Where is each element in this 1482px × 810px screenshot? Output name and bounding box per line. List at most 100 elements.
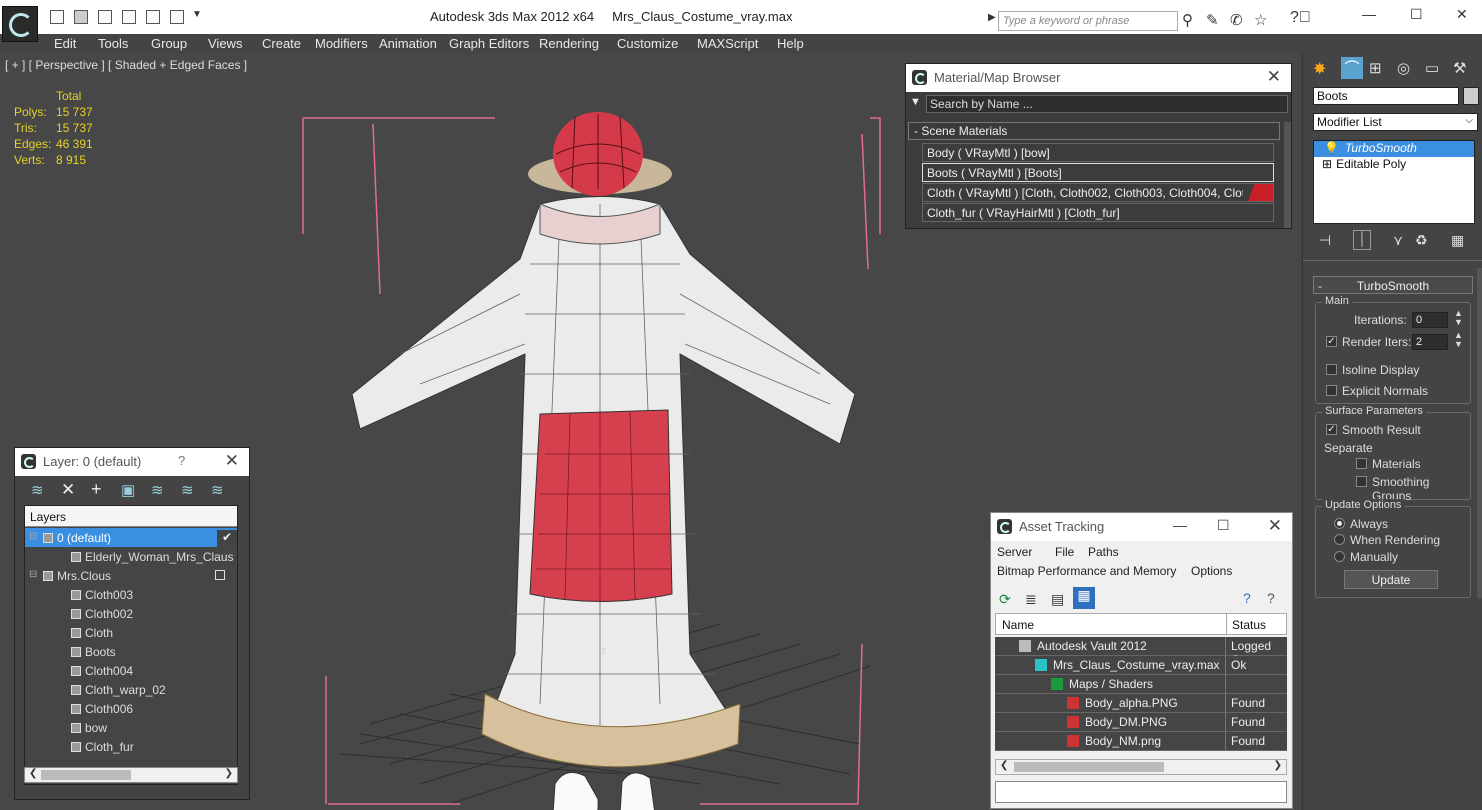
vault-settings-icon[interactable]: ? <box>1267 590 1275 606</box>
material-item[interactable]: Boots ( VRayMtl ) [Boots] <box>922 163 1274 182</box>
iterations-spinner[interactable]: 0 <box>1412 312 1448 328</box>
render-iters-checkbox[interactable]: ✓ <box>1326 336 1337 347</box>
object-name-field[interactable]: Boots <box>1313 87 1459 105</box>
asset-tracking-titlebar[interactable]: Asset Tracking — ☐ ✕ <box>991 513 1292 541</box>
display-tab-icon[interactable]: ▭ <box>1425 59 1439 77</box>
layer-row[interactable]: Cloth006 <box>25 699 237 718</box>
smoothing-groups-checkbox[interactable] <box>1356 476 1367 487</box>
materials-checkbox[interactable] <box>1356 458 1367 469</box>
update-button[interactable]: Update <box>1344 570 1438 589</box>
highlight-layer-icon[interactable]: ≋ <box>151 481 164 499</box>
layer-row[interactable]: ⊟ 0 (default) ✔ <box>25 528 237 547</box>
menu-file[interactable]: File <box>1055 545 1074 559</box>
new-scene-icon[interactable] <box>50 10 64 24</box>
layer-row[interactable]: Boots <box>25 642 237 661</box>
quick-access-dropdown-icon[interactable]: ▼ <box>192 9 202 20</box>
options-dropdown-icon[interactable]: ▼ <box>910 96 921 108</box>
pin-stack-icon[interactable]: ⊣ <box>1319 232 1331 249</box>
material-search-input[interactable]: Search by Name ... <box>926 95 1288 113</box>
layer-row[interactable]: Elderly_Woman_Mrs_Claus <box>25 547 237 566</box>
layer-row[interactable]: ⊟ Mrs.Clous <box>25 566 237 585</box>
layer-row[interactable]: Cloth_warp_02 <box>25 680 237 699</box>
minimize-icon[interactable]: — <box>1173 517 1187 533</box>
maximize-icon[interactable]: ☐ <box>1217 517 1230 534</box>
viewport-label[interactable]: [ + ] [ Perspective ] [ Shaded + Edged F… <box>5 58 247 72</box>
vault-help-icon[interactable]: ? <box>1243 590 1251 606</box>
menu-group[interactable]: Group <box>151 36 187 51</box>
tools-icon[interactable]: ✎ <box>1206 11 1219 29</box>
material-item[interactable]: Cloth_fur ( VRayHairMtl ) [Cloth_fur] <box>922 203 1274 222</box>
app-logo-icon[interactable] <box>2 6 38 42</box>
binoculars-icon[interactable]: ⚲ <box>1182 11 1193 29</box>
column-name[interactable]: Name <box>1002 618 1034 632</box>
menu-options[interactable]: Options <box>1191 564 1232 578</box>
remove-modifier-icon[interactable]: ♻ <box>1415 232 1428 249</box>
menu-bitmap-performance[interactable]: Bitmap Performance and Memory <box>997 564 1176 578</box>
material-item[interactable]: Cloth ( VRayMtl ) [Cloth, Cloth002, Clot… <box>922 183 1274 202</box>
object-color-swatch[interactable] <box>1463 87 1479 105</box>
collapse-icon[interactable]: ⊟ <box>29 569 37 580</box>
menu-paths[interactable]: Paths <box>1088 545 1119 559</box>
save-icon[interactable] <box>74 10 88 24</box>
motion-tab-icon[interactable]: ◎ <box>1397 59 1410 77</box>
menu-server[interactable]: Server <box>997 545 1032 559</box>
iterations-spinner-arrows[interactable]: ▲ ▼ <box>1454 309 1463 327</box>
close-icon[interactable]: ✕ <box>1267 67 1281 87</box>
undo-icon[interactable] <box>122 10 136 24</box>
hierarchy-tab-icon[interactable]: ⊞ <box>1369 59 1382 77</box>
expand-icon[interactable]: ⊞ <box>1322 157 1332 171</box>
menu-customize[interactable]: Customize <box>617 36 678 51</box>
create-layer-icon[interactable]: ≋ <box>31 481 44 499</box>
show-end-result-icon[interactable]: ⏐ <box>1353 230 1371 250</box>
material-item[interactable]: Body ( VRayMtl ) [bow] <box>922 143 1274 162</box>
menu-maxscript[interactable]: MAXScript <box>697 36 758 51</box>
make-current-box[interactable] <box>215 570 225 580</box>
stack-item-editable-poly[interactable]: ⊞ Editable Poly <box>1314 157 1474 173</box>
material-browser-titlebar[interactable]: Material/Map Browser ✕ <box>906 64 1291 92</box>
favorites-icon[interactable]: ☆ <box>1254 11 1267 29</box>
current-layer-check-icon[interactable]: ✔ <box>217 530 237 547</box>
delete-layer-icon[interactable]: ✕ <box>61 480 75 500</box>
always-radio[interactable] <box>1334 518 1345 529</box>
collapse-icon[interactable]: ⊟ <box>29 531 37 542</box>
table-view-icon[interactable]: ▦ <box>1073 587 1095 609</box>
search-expand-icon[interactable]: ▶ <box>988 12 996 23</box>
layer-row[interactable]: Cloth_fur <box>25 737 237 756</box>
asset-row[interactable]: Autodesk Vault 2012Logged Ou <box>995 637 1287 667</box>
asset-row[interactable]: Body_NM.png Found <box>995 732 1287 751</box>
panel-scrollbar[interactable] <box>1477 268 1482 598</box>
close-icon[interactable]: ✕ <box>225 451 239 471</box>
redo-icon[interactable] <box>146 10 160 24</box>
column-status[interactable]: Status <box>1232 618 1266 632</box>
layer-row[interactable]: Cloth002 <box>25 604 237 623</box>
layer-row[interactable]: bow <box>25 718 237 737</box>
menu-modifiers[interactable]: Modifiers <box>315 36 368 51</box>
configure-sets-icon[interactable]: ▦ <box>1451 232 1464 249</box>
create-tab-icon[interactable]: ✸ <box>1313 59 1326 79</box>
layers-column-header[interactable]: Layers <box>25 506 237 527</box>
menu-help[interactable]: Help <box>777 36 804 51</box>
isoline-display-checkbox[interactable] <box>1326 364 1337 375</box>
tree-view-icon[interactable]: ▤ <box>1051 591 1064 608</box>
menu-create[interactable]: Create <box>262 36 301 51</box>
minimize-icon[interactable]: — <box>1362 6 1376 22</box>
stack-item-turbosmooth[interactable]: 💡 TurboSmooth <box>1314 141 1474 157</box>
scene-materials-group[interactable]: - Scene Materials <box>908 122 1280 140</box>
menu-edit[interactable]: Edit <box>54 36 76 51</box>
explicit-normals-checkbox[interactable] <box>1326 385 1337 396</box>
hide-layers-icon[interactable]: ≋ <box>181 481 194 499</box>
help-icon[interactable]: ?⃝ <box>1290 9 1311 27</box>
turbosmooth-rollout-header[interactable]: - TurboSmooth <box>1313 276 1473 294</box>
menu-tools[interactable]: Tools <box>98 36 128 51</box>
hold-icon[interactable] <box>170 10 184 24</box>
refresh-icon[interactable]: ⟳ <box>999 591 1011 608</box>
maximize-icon[interactable]: ☐ <box>1410 6 1423 23</box>
layer-manager-titlebar[interactable]: Layer: 0 (default) ? ✕ <box>15 448 249 476</box>
scrollbar[interactable] <box>1284 122 1291 228</box>
close-icon[interactable]: ✕ <box>1268 516 1282 536</box>
asset-horizontal-scrollbar[interactable]: ❮ ❯ <box>995 759 1287 775</box>
when-rendering-radio[interactable] <box>1334 534 1345 545</box>
communication-icon[interactable]: ✆ <box>1230 11 1243 29</box>
utilities-tab-icon[interactable]: ⚒ <box>1453 59 1466 77</box>
make-unique-icon[interactable]: ⋎ <box>1393 232 1403 249</box>
